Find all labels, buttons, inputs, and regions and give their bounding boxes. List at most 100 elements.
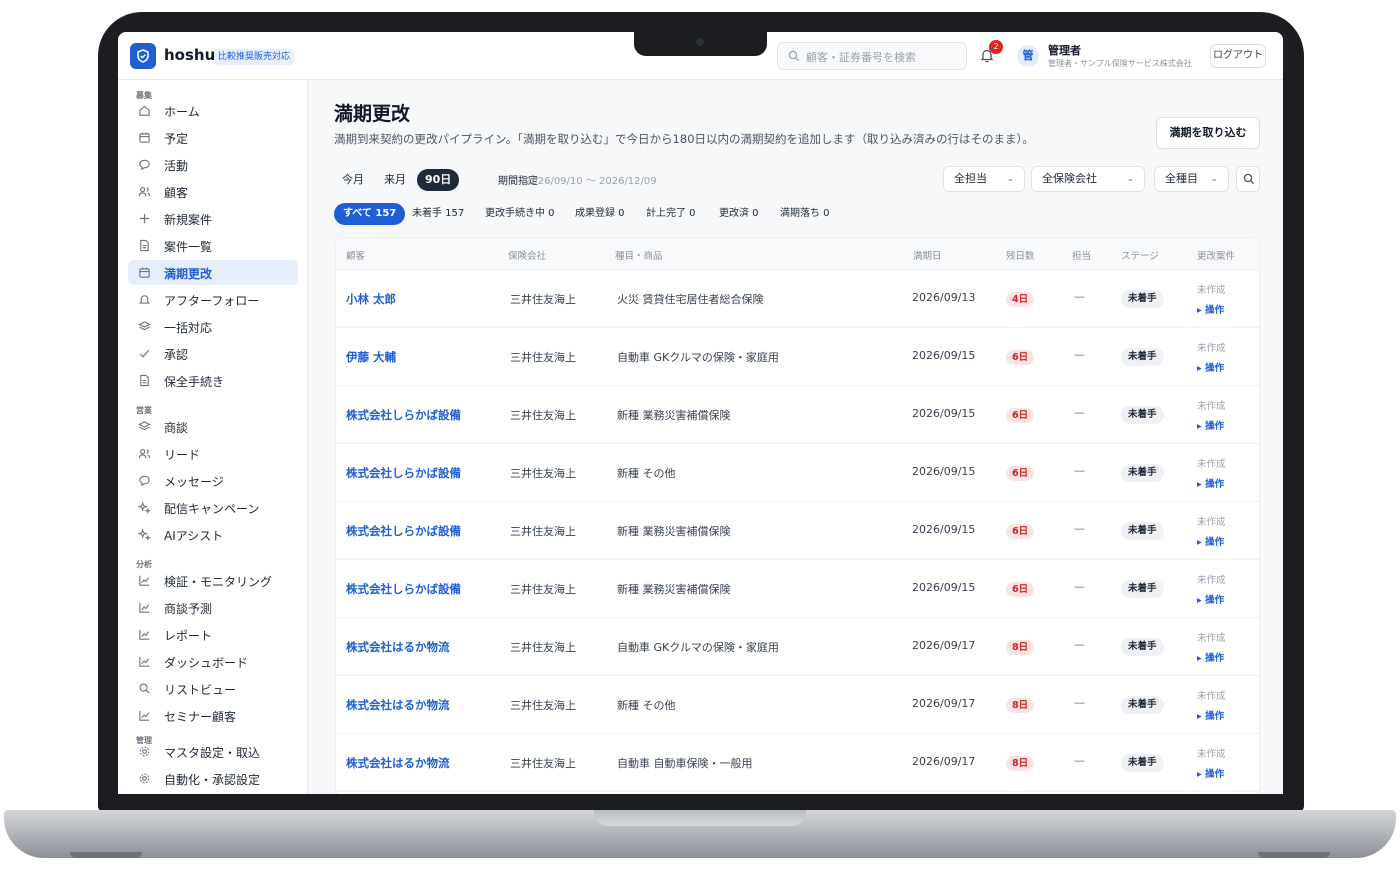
sidebar-item-label: リストビュー [164,683,237,697]
sidebar-item[interactable]: 案件一覧 [128,233,298,258]
sidebar-item[interactable]: 自動化・承認設定 [128,766,298,791]
sidebar-item[interactable]: 保全手続き [128,368,298,393]
type-filter-dropdown[interactable]: 全種目 ⌄ [1154,166,1229,192]
logout-button[interactable]: ログアウト [1210,44,1266,68]
stage-chip-all[interactable]: すべて 157 [334,203,406,225]
sidebar-item[interactable]: 配信キャンペーン [128,495,298,520]
customer-link[interactable]: 株式会社はるか物流 [346,639,450,655]
customer-link[interactable]: 株式会社しらかば設備 [346,465,461,481]
sidebar-item[interactable]: 検証・モニタリング [128,568,298,593]
sidebar-item[interactable]: 商談 [128,414,298,439]
action-link[interactable]: ▸ 操作 [1197,476,1224,490]
table-row[interactable]: 株式会社しらかば設備 三井住友海上 新種 業務災害補償保険 2026/09/15 6日 —… [336,386,1259,444]
renewal-status: 未作成 [1197,285,1226,296]
customer-link[interactable]: 株式会社しらかば設備 [346,523,461,539]
column-header-stage[interactable]: ステージ [1121,248,1159,262]
home-icon [139,105,150,116]
sidebar-item[interactable]: メッセージ [128,468,298,493]
action-link[interactable]: ▸ 操作 [1197,708,1224,722]
sidebar-item[interactable]: 承認 [128,341,298,366]
table-row[interactable]: 株式会社はるか物流 三井住友海上 自動車 自動車保険・一般用 2026/09/17 8日… [336,734,1259,792]
table-row[interactable]: 伊藤 大輔 三井住友海上 自動車 GKクルマの保険・家庭用 2026/09/15 6日 —… [336,328,1259,386]
action-label: 操作 [1205,595,1225,606]
filter-search-button[interactable] [1236,166,1260,192]
column-header-date[interactable]: 満期日 [913,248,942,262]
sidebar-item[interactable]: ダッシュボード [128,649,298,674]
insurer-filter-dropdown[interactable]: 全保険会社 ⌄ [1031,166,1145,192]
customer-link[interactable]: 株式会社はるか物流 [346,755,450,771]
stage-chip-renewed[interactable]: 更改済 0 [710,203,768,225]
column-header-owner[interactable]: 担当 [1072,248,1091,262]
caret-right-icon: ▸ [1197,421,1206,432]
stage-chip-result[interactable]: 成果登録 0 [566,203,634,225]
avatar[interactable]: 管 [1017,45,1039,67]
stage-chip-not-started[interactable]: 未着手 157 [403,203,473,225]
action-link[interactable]: ▸ 操作 [1197,302,1224,316]
remaining-days-badge: 8日 [1006,698,1035,713]
table-row[interactable]: 小林 太郎 三井住友海上 火災 賃貸住宅居住者総合保険 2026/09/13 4日 — 未着… [336,270,1259,328]
action-link[interactable]: ▸ 操作 [1197,360,1224,374]
sidebar-item[interactable]: 商談予測 [128,595,298,620]
insurer-cell: 三井住友海上 [510,409,576,422]
sidebar-item[interactable]: 予定 [128,125,298,150]
column-header-insurer[interactable]: 保険会社 [508,248,546,262]
sidebar-item[interactable]: AIアシスト [128,522,298,547]
sidebar-item-label: 予定 [164,132,189,146]
chart-icon [139,710,150,721]
action-label: 操作 [1205,421,1225,432]
period-next-month[interactable]: 来月 [376,169,414,191]
search-icon [139,683,150,694]
table-row[interactable]: 株式会社はるか物流 三井住友海上 自動車 GKクルマの保険・家庭用 2026/09/1… [336,618,1259,676]
customer-link[interactable]: 株式会社はるか物流 [346,697,450,713]
sidebar-item[interactable]: 一括対応 [128,314,298,339]
sidebar-item[interactable]: 新規案件 [128,206,298,231]
table-row[interactable]: 株式会社はるか物流 三井住友海上 新種 その他 2026/09/17 8日 — 未着手 未作成… [336,676,1259,734]
action-link[interactable]: ▸ 操作 [1197,766,1224,780]
action-link[interactable]: ▸ 操作 [1197,418,1224,432]
table-row[interactable]: 株式会社しらかば設備 三井住友海上 新種 業務災害補償保険 2026/09/15 6日 —… [336,502,1259,560]
remaining-days-badge: 8日 [1006,640,1035,655]
owner-filter-dropdown[interactable]: 全担当 ⌄ [943,166,1025,192]
renewal-status: 未作成 [1197,575,1226,586]
insurer-cell: 三井住友海上 [510,293,576,306]
owner-cell: — [1074,348,1085,361]
stage-badge: 未着手 [1121,464,1164,482]
sidebar-item[interactable]: アフターフォロー [128,287,298,312]
period-this-month[interactable]: 今月 [334,169,372,191]
stage-chip-in-progress[interactable]: 更改手続き中 0 [476,203,564,225]
shield-logo-icon[interactable] [130,43,156,69]
search-input[interactable]: 顧客・証券番号を検索 [777,42,967,70]
customer-link[interactable]: 小林 太郎 [346,291,396,307]
sidebar-item[interactable]: 顧客 [128,179,298,204]
customer-link[interactable]: 伊藤 大輔 [346,349,396,365]
column-header-days[interactable]: 残日数 [1006,248,1035,262]
action-link[interactable]: ▸ 操作 [1197,592,1224,606]
table-row[interactable]: 株式会社しらかば設備 三井住友海上 新種 業務災害補償保険 2026/09/15 6日 —… [336,560,1259,618]
sidebar-item-label: 商談予測 [164,602,213,616]
sidebar-item[interactable]: ホーム [128,98,298,123]
stage-chip-booked[interactable]: 計上完了 0 [637,203,705,225]
period-range[interactable]: 2026/09/10 〜 2026/12/09 [525,172,657,187]
table-row[interactable]: 株式会社しらかば設備 三井住友海上 新種 その他 2026/09/15 6日 — 未着手 未作… [336,444,1259,502]
column-header-renewal[interactable]: 更改案件 [1197,248,1235,262]
action-link[interactable]: ▸ 操作 [1197,534,1224,548]
sidebar-item-label: 保全手続き [164,375,225,389]
sidebar-item-label: 検証・モニタリング [164,575,273,589]
sidebar-item[interactable]: レポート [128,622,298,647]
period-90-days[interactable]: 90日 [417,169,460,191]
customer-link[interactable]: 株式会社しらかば設備 [346,581,461,597]
column-header-product[interactable]: 種目・商品 [615,248,663,262]
brand-name[interactable]: hoshu [164,46,215,64]
action-link[interactable]: ▸ 操作 [1197,650,1224,664]
import-maturity-button[interactable]: 満期を取り込む [1156,117,1260,149]
sidebar-item[interactable]: リストビュー [128,676,298,701]
sidebar-item[interactable]: マスタ設定・取込 [128,739,298,764]
search-icon [788,50,800,62]
sidebar-item[interactable]: リード [128,441,298,466]
sidebar-item[interactable]: 活動 [128,152,298,177]
stage-chip-lapsed[interactable]: 満期落ち 0 [771,203,839,225]
sidebar-item[interactable]: セミナー顧客 [128,703,298,728]
sidebar-item[interactable]: 満期更改 [128,260,298,285]
customer-link[interactable]: 株式会社しらかば設備 [346,407,461,423]
column-header-customer[interactable]: 顧客 [346,248,365,262]
